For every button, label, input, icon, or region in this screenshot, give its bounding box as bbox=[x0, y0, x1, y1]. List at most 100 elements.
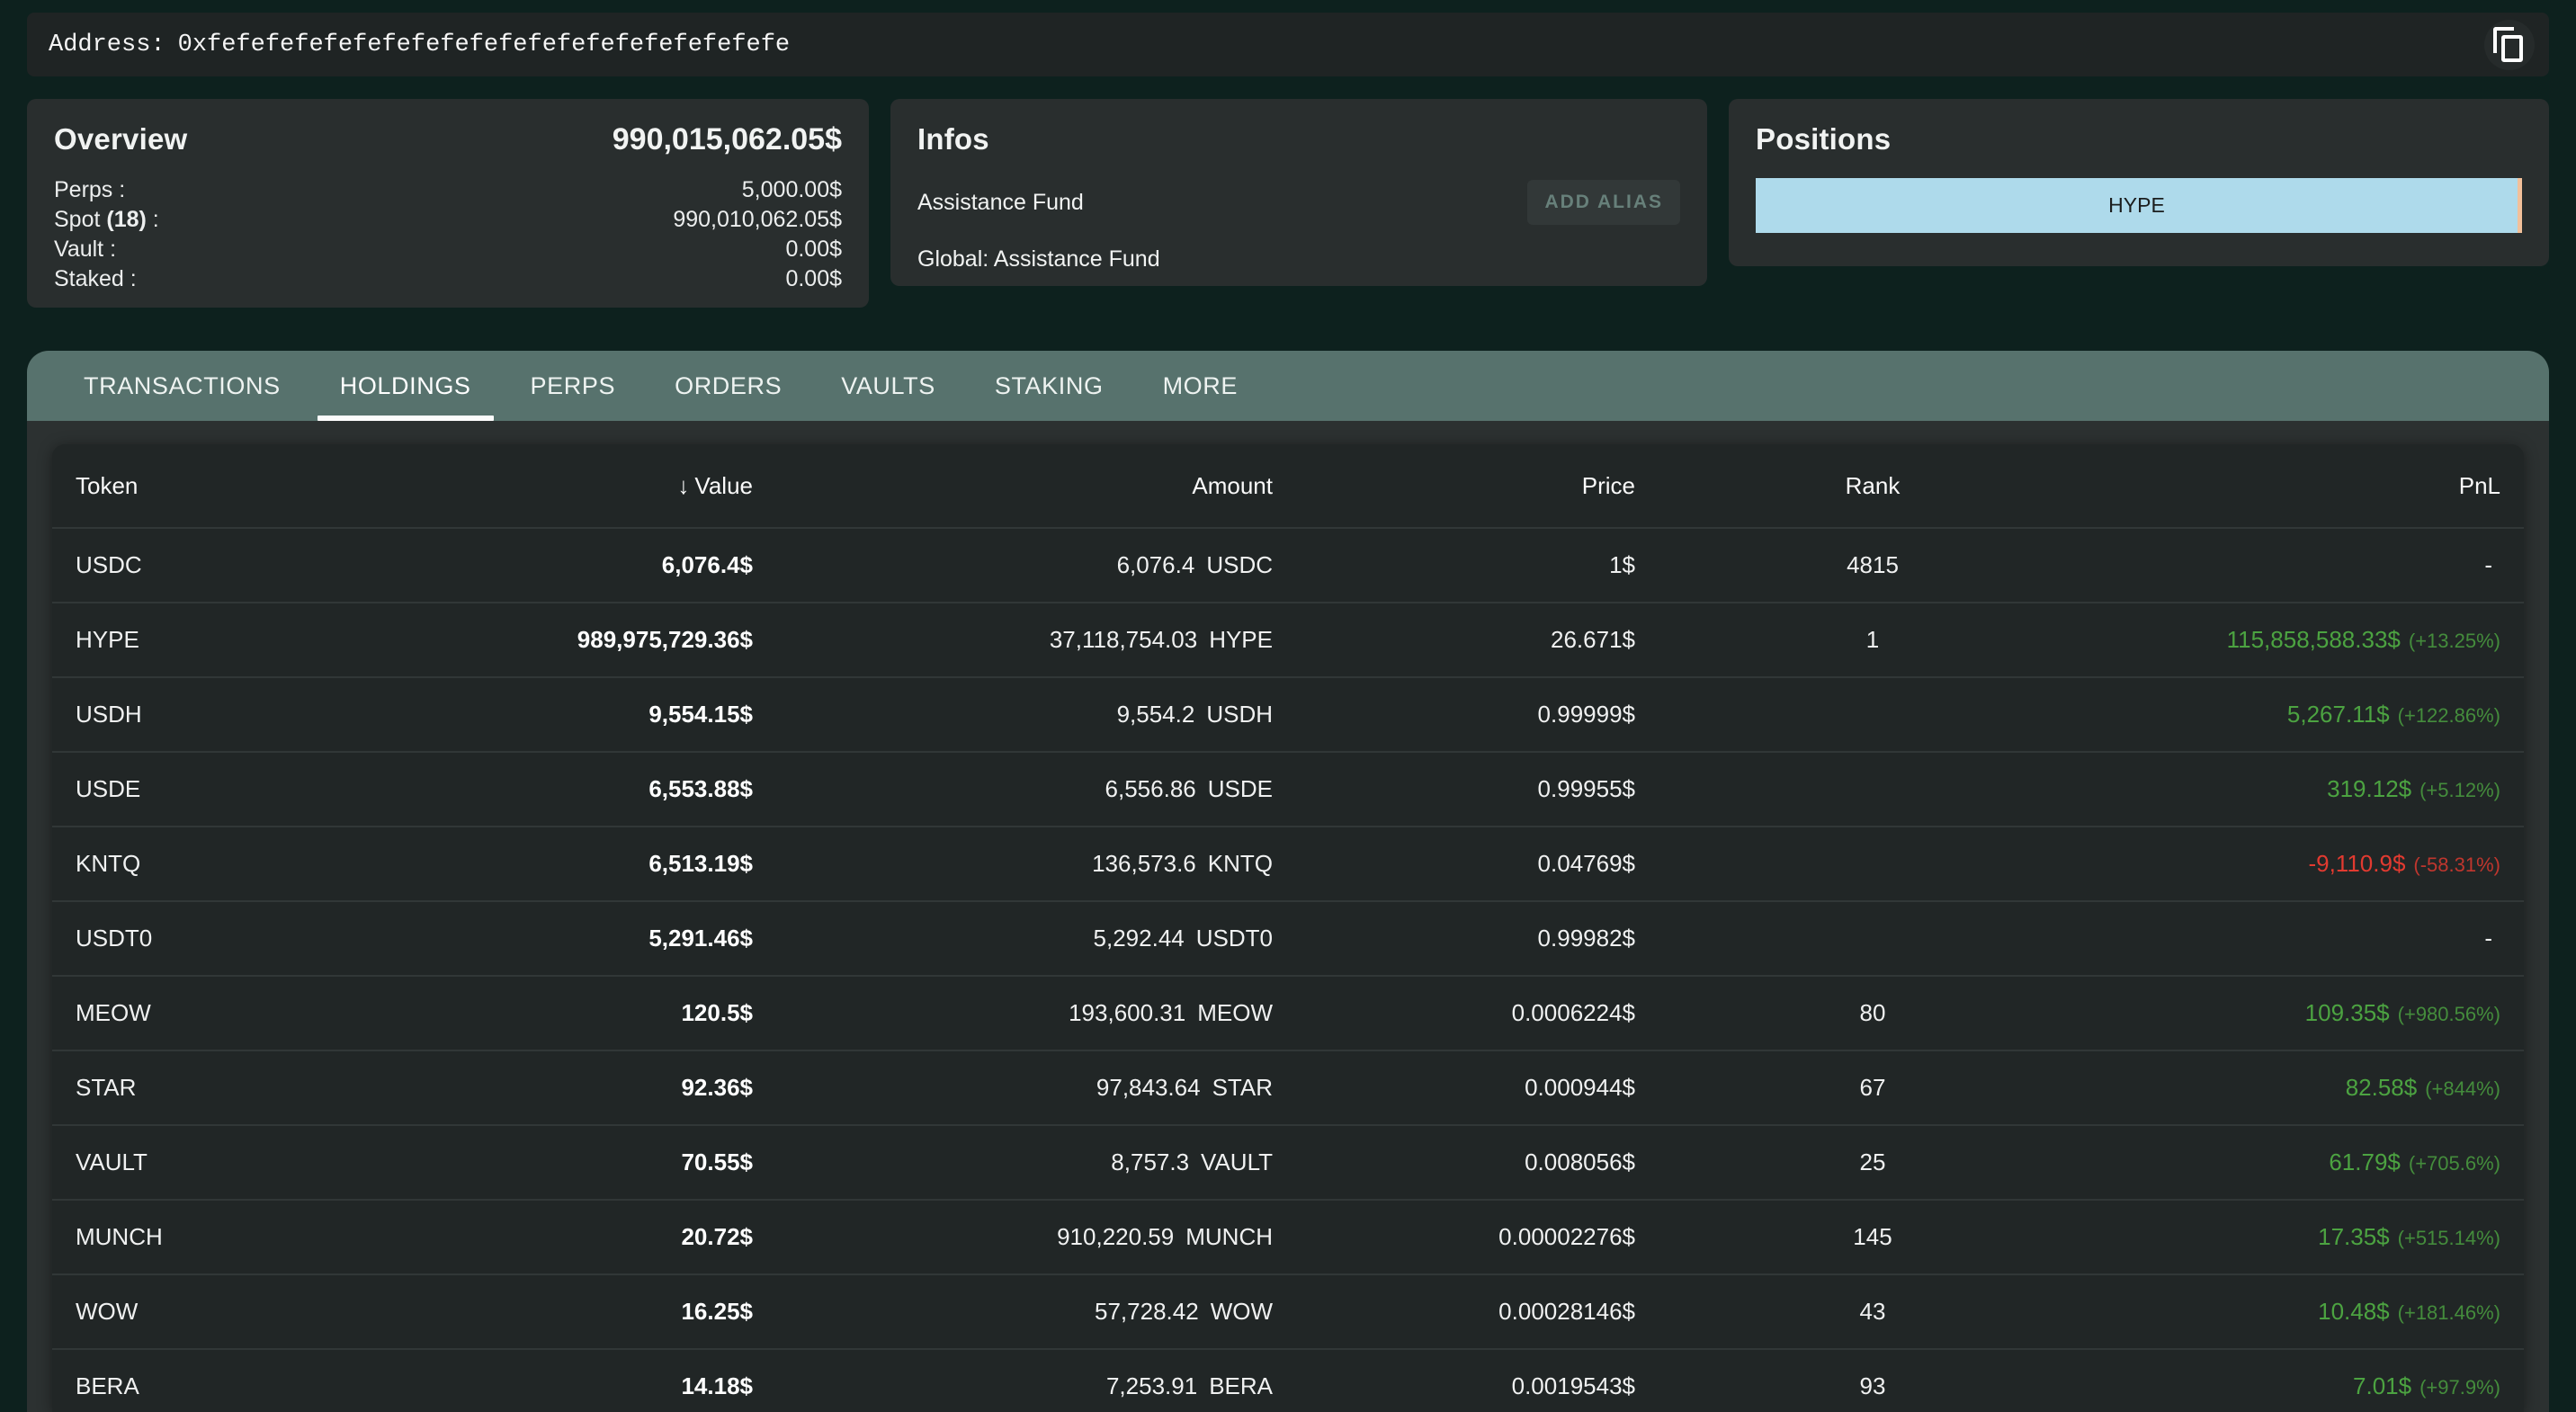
positions-title: Positions bbox=[1756, 122, 2522, 156]
cell-pnl: - bbox=[2110, 551, 2500, 579]
tab-orders[interactable]: ORDERS bbox=[645, 351, 811, 421]
holdings-table-panel: Token ↓Value Amount Price Rank PnL USDC … bbox=[52, 444, 2524, 1412]
cell-rank: 1 bbox=[1635, 626, 2110, 654]
cell-pnl-percent: (+181.46%) bbox=[2398, 1301, 2500, 1324]
overview-title: Overview bbox=[54, 122, 187, 156]
col-header-token[interactable]: Token bbox=[76, 472, 399, 500]
cell-pnl: -9,110.9$(-58.31%) bbox=[2110, 850, 2500, 878]
infos-card: Infos Assistance Fund ADD ALIAS Global: … bbox=[890, 99, 1707, 286]
cell-amount-symbol: USDE bbox=[1208, 775, 1273, 802]
position-segment-hype[interactable]: HYPE bbox=[1756, 178, 2518, 233]
overview-card: Overview 990,015,062.05$ Perps : 5,000.0… bbox=[27, 99, 869, 308]
sort-desc-icon: ↓ bbox=[677, 472, 689, 499]
cell-price: 0.04769$ bbox=[1273, 850, 1635, 878]
cell-pnl-percent: (+122.86%) bbox=[2398, 704, 2500, 727]
cell-amount: 6,076.4USDC bbox=[753, 551, 1273, 579]
copy-address-button[interactable] bbox=[2484, 20, 2535, 70]
cell-pnl: 109.35$(+980.56%) bbox=[2110, 999, 2500, 1027]
cell-value: 16.25$ bbox=[399, 1298, 753, 1326]
global-alias: Global: Assistance Fund bbox=[917, 246, 1680, 273]
table-row[interactable]: VAULT 70.55$ 8,757.3VAULT 0.008056$ 25 6… bbox=[52, 1124, 2524, 1199]
cell-price: 0.00002276$ bbox=[1273, 1223, 1635, 1251]
cell-amount-symbol: USDT0 bbox=[1196, 925, 1273, 952]
cell-value: 120.5$ bbox=[399, 999, 753, 1027]
cell-pnl: 7.01$(+97.9%) bbox=[2110, 1372, 2500, 1400]
cell-pnl: 61.79$(+705.6%) bbox=[2110, 1148, 2500, 1176]
positions-distribution-bar: HYPE bbox=[1756, 178, 2522, 233]
col-header-price[interactable]: Price bbox=[1273, 472, 1635, 500]
cell-price: 0.0006224$ bbox=[1273, 999, 1635, 1027]
cell-rank: 93 bbox=[1635, 1372, 2110, 1400]
positions-card: Positions HYPE bbox=[1729, 99, 2549, 266]
cell-price: 0.000944$ bbox=[1273, 1074, 1635, 1102]
cell-rank: 145 bbox=[1635, 1223, 2110, 1251]
infos-title: Infos bbox=[917, 122, 1680, 156]
overview-breakdown: Perps : 5,000.00$ Spot (18) : 990,010,06… bbox=[54, 175, 842, 294]
position-segment-other[interactable] bbox=[2518, 178, 2522, 233]
overview-row-label: Staked : bbox=[54, 264, 137, 294]
cell-pnl-percent: (+705.6%) bbox=[2409, 1152, 2500, 1175]
cell-rank: 67 bbox=[1635, 1074, 2110, 1102]
cell-token: WOW bbox=[76, 1298, 399, 1326]
cell-token: BERA bbox=[76, 1372, 399, 1400]
overview-row: Vault : 0.00$ bbox=[54, 235, 842, 264]
table-row[interactable]: USDE 6,553.88$ 6,556.86USDE 0.99955$ 319… bbox=[52, 751, 2524, 826]
tab-staking[interactable]: STAKING bbox=[965, 351, 1133, 421]
overview-row-label: Spot (18) : bbox=[54, 205, 159, 235]
cell-value: 6,513.19$ bbox=[399, 850, 753, 878]
cell-amount-symbol: BERA bbox=[1209, 1372, 1273, 1399]
overview-row-label: Vault : bbox=[54, 235, 116, 264]
cell-token: USDT0 bbox=[76, 925, 399, 952]
table-row[interactable]: STAR 92.36$ 97,843.64STAR 0.000944$ 67 8… bbox=[52, 1050, 2524, 1124]
summary-cards-row: Overview 990,015,062.05$ Perps : 5,000.0… bbox=[27, 99, 2549, 308]
table-row[interactable]: MEOW 120.5$ 193,600.31MEOW 0.0006224$ 80… bbox=[52, 975, 2524, 1050]
cell-pnl: - bbox=[2110, 925, 2500, 952]
cell-pnl-percent: (-58.31%) bbox=[2413, 853, 2500, 876]
cell-price: 0.0019543$ bbox=[1273, 1372, 1635, 1400]
alias-row: Assistance Fund ADD ALIAS bbox=[917, 180, 1680, 225]
col-header-value[interactable]: ↓Value bbox=[399, 472, 753, 500]
col-header-amount[interactable]: Amount bbox=[753, 472, 1273, 500]
cell-amount: 6,556.86USDE bbox=[753, 775, 1273, 803]
cell-token: MEOW bbox=[76, 999, 399, 1027]
cell-amount-symbol: MEOW bbox=[1197, 999, 1273, 1026]
tab-more[interactable]: MORE bbox=[1133, 351, 1267, 421]
tab-bar: TRANSACTIONSHOLDINGSPERPSORDERSVAULTSSTA… bbox=[27, 351, 2549, 421]
cell-value: 14.18$ bbox=[399, 1372, 753, 1400]
cell-token: USDH bbox=[76, 701, 399, 728]
col-header-rank[interactable]: Rank bbox=[1635, 472, 2110, 500]
overview-row-value: 0.00$ bbox=[785, 235, 842, 264]
cell-price: 0.99982$ bbox=[1273, 925, 1635, 952]
table-body: USDC 6,076.4$ 6,076.4USDC 1$ 4815 - HYPE… bbox=[52, 527, 2524, 1412]
page: Address: 0xfefefefefefefefefefefefefefef… bbox=[0, 0, 2576, 1412]
address-label: Address: bbox=[49, 31, 165, 58]
cell-amount-symbol: WOW bbox=[1211, 1298, 1273, 1325]
cell-price: 0.99999$ bbox=[1273, 701, 1635, 728]
cell-token: HYPE bbox=[76, 626, 399, 654]
overview-row-value: 990,010,062.05$ bbox=[673, 205, 842, 235]
table-row[interactable]: USDH 9,554.15$ 9,554.2USDH 0.99999$ 5,26… bbox=[52, 676, 2524, 751]
cell-price: 0.00028146$ bbox=[1273, 1298, 1635, 1326]
table-row[interactable]: USDT0 5,291.46$ 5,292.44USDT0 0.99982$ - bbox=[52, 900, 2524, 975]
tab-holdings[interactable]: HOLDINGS bbox=[310, 351, 501, 421]
table-row[interactable]: WOW 16.25$ 57,728.42WOW 0.00028146$ 43 1… bbox=[52, 1273, 2524, 1348]
cell-amount: 910,220.59MUNCH bbox=[753, 1223, 1273, 1251]
cell-token: MUNCH bbox=[76, 1223, 399, 1251]
cell-token: KNTQ bbox=[76, 850, 399, 878]
table-row[interactable]: MUNCH 20.72$ 910,220.59MUNCH 0.00002276$… bbox=[52, 1199, 2524, 1273]
table-row[interactable]: BERA 14.18$ 7,253.91BERA 0.0019543$ 93 7… bbox=[52, 1348, 2524, 1412]
cell-amount: 136,573.6KNTQ bbox=[753, 850, 1273, 878]
cell-amount: 5,292.44USDT0 bbox=[753, 925, 1273, 952]
cell-rank: 25 bbox=[1635, 1148, 2110, 1176]
cell-value: 70.55$ bbox=[399, 1148, 753, 1176]
tab-vaults[interactable]: VAULTS bbox=[811, 351, 965, 421]
add-alias-button[interactable]: ADD ALIAS bbox=[1527, 180, 1680, 225]
table-row[interactable]: HYPE 989,975,729.36$ 37,118,754.03HYPE 2… bbox=[52, 602, 2524, 676]
tab-perps[interactable]: PERPS bbox=[501, 351, 646, 421]
table-row[interactable]: USDC 6,076.4$ 6,076.4USDC 1$ 4815 - bbox=[52, 527, 2524, 602]
cell-amount-symbol: USDC bbox=[1206, 551, 1273, 578]
table-row[interactable]: KNTQ 6,513.19$ 136,573.6KNTQ 0.04769$ -9… bbox=[52, 826, 2524, 900]
col-header-pnl[interactable]: PnL bbox=[2110, 472, 2500, 500]
cell-price: 1$ bbox=[1273, 551, 1635, 579]
tab-transactions[interactable]: TRANSACTIONS bbox=[54, 351, 310, 421]
